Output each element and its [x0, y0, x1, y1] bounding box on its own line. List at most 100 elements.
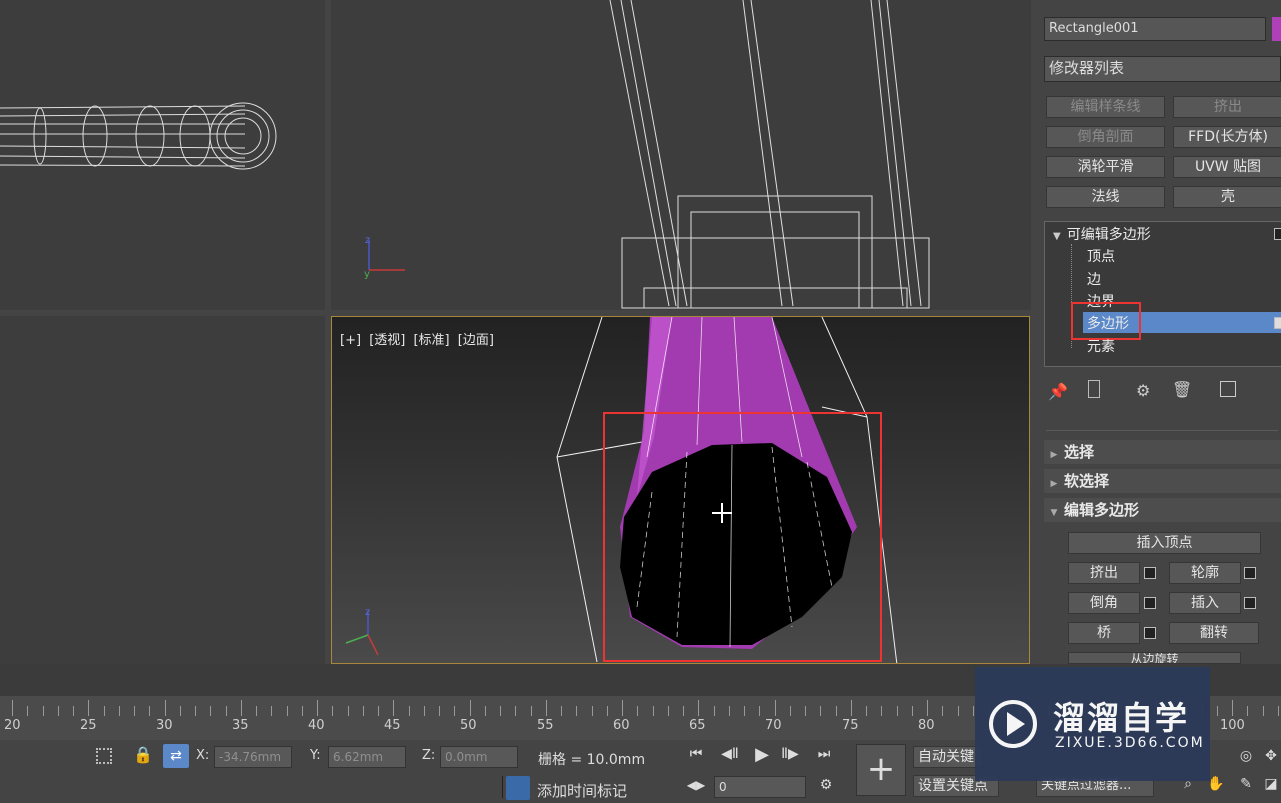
watermark-url: ZIXUE.3D66.COM — [1055, 735, 1205, 751]
ruler-tick — [911, 706, 913, 716]
modifier-button-3[interactable]: 倒角剖面 — [1046, 126, 1165, 148]
ruler-label: 45 — [384, 718, 401, 733]
bridge-button[interactable]: 桥 — [1068, 622, 1140, 644]
object-color-swatch[interactable] — [1272, 17, 1281, 41]
ruler-tick — [73, 706, 74, 716]
x-coordinate-field[interactable]: -34.76mm — [214, 746, 292, 768]
z-coordinate-field[interactable]: 0.0mm — [440, 746, 518, 768]
configure-sets-icon[interactable] — [1220, 381, 1236, 397]
ruler-tick — [683, 706, 684, 716]
bridge-settings-icon[interactable] — [1144, 627, 1156, 639]
go-to-end-icon[interactable]: ⏭ — [812, 746, 836, 762]
inset-button[interactable]: 插入 — [1169, 592, 1241, 614]
rollout-soft-select[interactable]: ▶ 软选择 — [1044, 469, 1281, 493]
modifier-button-2[interactable]: 挤出 — [1173, 96, 1281, 118]
svg-text:z: z — [365, 235, 370, 246]
ruler-tick — [286, 706, 288, 716]
modifier-button-8[interactable]: 壳 — [1173, 186, 1281, 208]
ruler-tick — [789, 706, 791, 716]
svg-text:z: z — [365, 607, 370, 618]
previous-frame-icon[interactable]: ◀Ⅱ — [718, 746, 742, 762]
outline-button[interactable]: 轮廓 — [1169, 562, 1241, 584]
ruler-tick — [561, 706, 562, 716]
ruler-tick — [149, 706, 151, 716]
lock-selection-icon[interactable]: 🔒 — [133, 745, 153, 764]
ruler-tick — [225, 706, 227, 716]
viewport-top-right[interactable]: z y — [331, 0, 1031, 310]
time-tag-icon[interactable] — [506, 776, 530, 800]
stack-root-edit-poly[interactable]: ▼ 可编辑多边形 — [1053, 224, 1151, 244]
bevel-button[interactable]: 倒角 — [1068, 592, 1140, 614]
modifier-button-7[interactable]: 法线 — [1046, 186, 1165, 208]
insert-vertex-button[interactable]: 插入顶点 — [1068, 532, 1261, 554]
watermark-title: 溜溜自学 — [1053, 699, 1190, 737]
y-label: Y: — [310, 748, 321, 763]
zoom-extents-icon[interactable]: ✥ — [1262, 748, 1280, 764]
hinge-from-edge-button[interactable]: 从边旋转 — [1068, 652, 1241, 664]
remove-modifier-icon[interactable]: 🗑 — [1172, 380, 1192, 399]
bevel-settings-icon[interactable] — [1144, 597, 1156, 609]
ruler-tick — [484, 706, 486, 716]
rollout-edit-poly[interactable]: ▼ 编辑多边形 — [1044, 498, 1281, 522]
modifier-button-5[interactable]: 涡轮平滑 — [1046, 156, 1165, 178]
modifier-button-6[interactable]: UVW 贴图 — [1173, 156, 1281, 178]
inset-settings-icon[interactable] — [1244, 597, 1256, 609]
command-panel: Rectangle001 修改器列表 编辑样条线 挤出 倒角剖面 FFD(长方体… — [1036, 0, 1281, 664]
stack-item-element[interactable]: 元素 — [1087, 336, 1115, 356]
ruler-tick — [27, 706, 29, 716]
pin-stack-icon[interactable]: 📌 — [1048, 382, 1068, 401]
ruler-tick — [347, 706, 349, 716]
modifier-list-dropdown[interactable]: 修改器列表 — [1044, 56, 1281, 82]
stack-item-edge[interactable]: 边 — [1087, 269, 1101, 289]
key-mode-icon[interactable]: ◀▶ — [684, 778, 708, 792]
rollout-select[interactable]: ▶ 选择 — [1044, 440, 1281, 464]
ruler-tick — [179, 706, 181, 716]
make-unique-icon[interactable]: ⚙ — [1136, 381, 1150, 400]
ruler-tick — [1277, 706, 1279, 716]
field-of-view-icon[interactable]: ✎ — [1236, 776, 1256, 792]
add-time-tag-button[interactable]: 添加时间标记 — [537, 780, 627, 801]
stack-tool-row: 📌 ⚙ 🗑 — [1048, 380, 1280, 404]
ruler-label: 70 — [765, 718, 782, 733]
y-coordinate-field[interactable]: 6.62mm — [328, 746, 406, 768]
go-to-start-icon[interactable]: ⏮ — [684, 746, 708, 762]
svg-text:y: y — [364, 269, 370, 280]
ruler-label: 40 — [308, 718, 325, 733]
auto-key-button[interactable]: 自动关键 — [913, 746, 983, 768]
flip-button[interactable]: 翻转 — [1169, 622, 1259, 644]
ruler-tick — [210, 706, 212, 716]
object-name-field[interactable]: Rectangle001 — [1044, 17, 1266, 41]
stack-item-vertex[interactable]: 顶点 — [1087, 246, 1115, 266]
set-key-large-icon[interactable]: + — [856, 744, 906, 796]
time-config-icon[interactable]: ⚙ — [816, 777, 836, 793]
viewport-perspective-active[interactable]: [+] [透视] [标准] [边面] z — [331, 316, 1030, 664]
extrude-button[interactable]: 挤出 — [1068, 562, 1140, 584]
stack-item-toggle-icon[interactable] — [1274, 317, 1281, 329]
extrude-settings-icon[interactable] — [1144, 567, 1156, 579]
orbit-icon[interactable]: ◎ — [1236, 748, 1256, 764]
ruler-label: 100 — [1220, 718, 1245, 733]
show-end-result-icon[interactable] — [1088, 380, 1100, 398]
isolate-selection-icon[interactable] — [96, 748, 112, 764]
ruler-tick — [942, 706, 944, 716]
modifier-button-1[interactable]: 编辑样条线 — [1046, 96, 1165, 118]
collapse-triangle-icon: ▼ — [1050, 508, 1058, 518]
modifier-button-4[interactable]: FFD(长方体) — [1173, 126, 1281, 148]
ruler-tick — [454, 706, 456, 716]
current-frame-spinner[interactable]: 0 — [714, 776, 806, 798]
expand-triangle-icon: ▶ — [1050, 479, 1058, 489]
expand-triangle-icon: ▶ — [1050, 450, 1058, 460]
absolute-mode-transform-icon[interactable]: ⇄ — [163, 744, 189, 768]
viewport-bottom-left[interactable] — [0, 316, 325, 664]
z-label: Z: — [422, 748, 436, 763]
outline-settings-icon[interactable] — [1244, 567, 1256, 579]
ruler-tick — [88, 700, 90, 716]
ruler-tick — [622, 700, 623, 716]
next-frame-icon[interactable]: Ⅱ▶ — [778, 746, 802, 762]
ruler-tick — [972, 706, 974, 716]
maximize-viewport-icon[interactable]: ◪ — [1262, 776, 1280, 792]
viewport-top-left[interactable] — [0, 0, 325, 310]
ruler-tick — [240, 700, 242, 716]
stack-toggle-icon[interactable] — [1274, 228, 1281, 240]
play-icon[interactable]: ▶ — [750, 744, 774, 765]
